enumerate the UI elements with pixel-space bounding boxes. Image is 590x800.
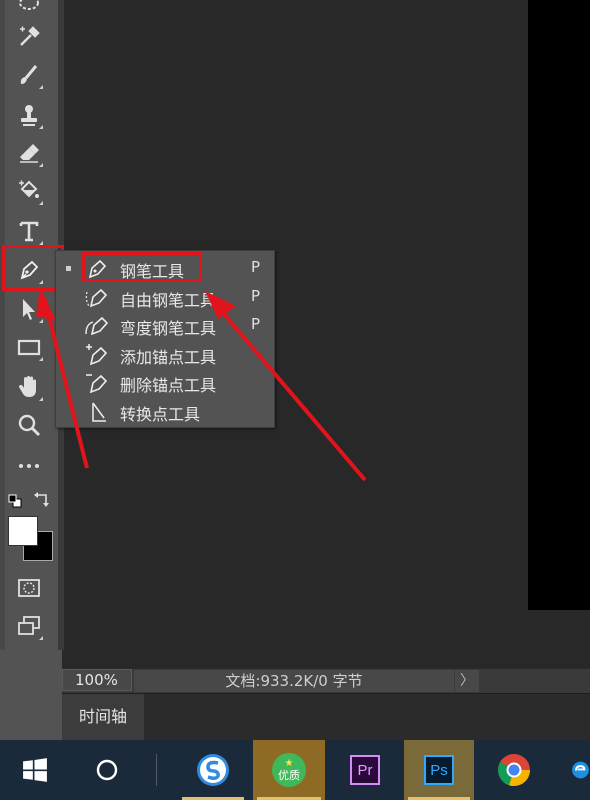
stamp-icon[interactable] [14, 100, 44, 130]
taskbar-separator [156, 754, 157, 786]
zoom-level-field[interactable]: 100% [62, 669, 132, 691]
hand-icon[interactable] [14, 372, 44, 402]
tab-timeline[interactable]: 时间轴 [62, 694, 144, 740]
swap-colors-icon[interactable] [34, 491, 50, 507]
photoshop-icon: Ps [424, 755, 454, 785]
brush-icon[interactable] [14, 60, 44, 90]
convert-point-icon [84, 400, 110, 424]
menu-item-label: 删除锚点工具 [120, 376, 217, 395]
zoom-icon[interactable] [14, 410, 44, 440]
menu-item-label: 自由钢笔工具 [120, 291, 217, 310]
menu-item-freeform-pen-tool[interactable]: 自由钢笔工具 P [56, 284, 274, 312]
chrome-app[interactable] [479, 740, 549, 800]
document-canvas[interactable] [528, 0, 590, 610]
add-anchor-icon [84, 343, 110, 367]
menu-item-label: 添加锚点工具 [120, 348, 217, 367]
cortana-button[interactable] [72, 740, 142, 800]
panel-bottom [0, 650, 62, 740]
menu-item-add-anchor-tool[interactable]: 添加锚点工具 [56, 341, 274, 369]
start-button[interactable] [0, 740, 70, 800]
windows-icon [23, 758, 47, 782]
premiere-app[interactable]: Pr [330, 740, 400, 800]
quick-mask-icon[interactable] [14, 573, 44, 603]
menu-item-label: 转换点工具 [120, 405, 201, 424]
menu-item-curvature-pen-tool[interactable]: 弯度钢笔工具 P [56, 312, 274, 340]
quality-badge-icon: ★ 优质 [272, 753, 306, 787]
eraser-icon[interactable] [14, 138, 44, 168]
document-info[interactable]: 文档:933.2K/0 字节 [134, 670, 454, 692]
type-icon[interactable] [14, 216, 44, 246]
edge-app[interactable] [553, 740, 590, 800]
lasso-icon[interactable] [14, 0, 44, 20]
default-colors-icon[interactable] [8, 493, 22, 508]
shortcut-key: P [251, 258, 261, 276]
quality-app[interactable]: ★ 优质 [253, 740, 325, 800]
timeline-panel: 时间轴 [62, 693, 590, 741]
premiere-label: Pr [357, 761, 373, 779]
sogou-icon [197, 754, 229, 786]
sogou-app[interactable] [178, 740, 248, 800]
screen-mode-icon[interactable] [14, 611, 44, 641]
selection-arrow-icon[interactable] [14, 294, 44, 324]
delete-anchor-icon [84, 371, 110, 395]
curvature-pen-icon [84, 314, 110, 338]
status-bar: 100% 文档:933.2K/0 字节 〉 [62, 668, 590, 693]
pen-tool-item-highlight [82, 252, 202, 282]
eyedropper-icon[interactable] [14, 22, 44, 52]
menu-item-convert-point-tool[interactable]: 转换点工具 [56, 398, 274, 426]
status-menu-arrow[interactable]: 〉 [454, 670, 479, 692]
chrome-icon [498, 754, 530, 787]
active-bullet [66, 266, 71, 271]
menu-item-label: 弯度钢笔工具 [120, 319, 217, 338]
tools-panel [0, 0, 59, 650]
menu-item-delete-anchor-tool[interactable]: 删除锚点工具 [56, 369, 274, 397]
shortcut-key: P [251, 287, 261, 305]
premiere-icon: Pr [350, 755, 380, 785]
shortcut-key: P [251, 315, 261, 333]
photoshop-app[interactable]: Ps [404, 740, 474, 800]
foreground-color-swatch[interactable] [8, 516, 38, 546]
paint-bucket-icon[interactable] [14, 176, 44, 206]
edge-icon [572, 761, 589, 779]
panel-edge [0, 0, 5, 650]
cortana-icon [96, 759, 118, 781]
freeform-pen-icon [84, 286, 110, 310]
quality-badge-text: 优质 [278, 769, 300, 782]
rectangle-icon[interactable] [14, 332, 44, 362]
more-icon[interactable] [14, 450, 44, 480]
photoshop-label: Ps [430, 761, 448, 779]
taskbar: ★ 优质 Pr Ps [0, 740, 590, 800]
